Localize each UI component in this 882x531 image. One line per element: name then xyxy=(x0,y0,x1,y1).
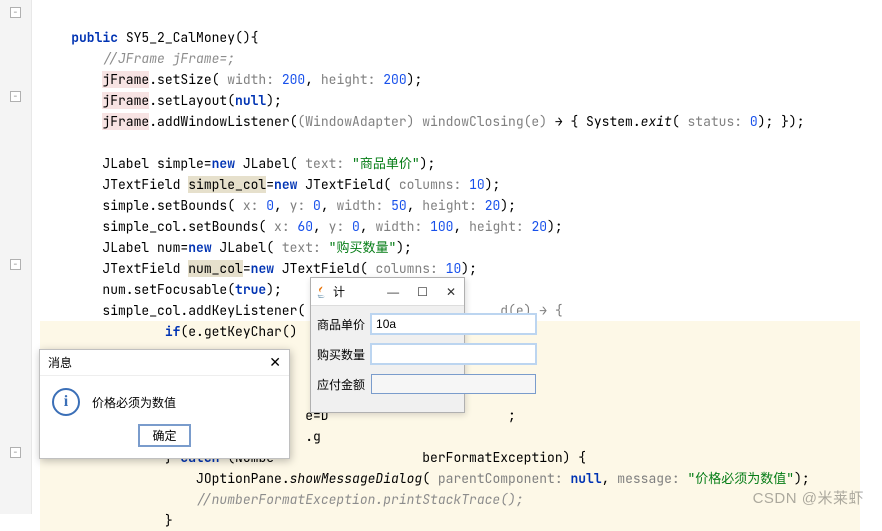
info-icon: i xyxy=(52,388,80,416)
code-line: //numberFormatException.printStackTrace(… xyxy=(40,489,860,510)
dialog-title: 消息 xyxy=(48,354,72,371)
close-button[interactable]: ✕ xyxy=(442,285,460,299)
dialog-titlebar[interactable]: 消息 ✕ xyxy=(40,350,289,376)
code-line: jFrame.setLayout(null); xyxy=(40,92,282,109)
input-amount xyxy=(371,374,536,394)
titlebar[interactable]: 计 — ☐ ✕ xyxy=(311,278,464,306)
code-line: simple.setBounds( x: 0, y: 0, width: 50,… xyxy=(40,197,516,214)
code-line: //JFrame jFrame=; xyxy=(40,50,235,67)
input-price[interactable] xyxy=(371,314,536,334)
fold-marker-icon[interactable]: − xyxy=(10,447,21,458)
watermark: CSDN @米莱虾 xyxy=(753,487,864,508)
fold-marker-icon[interactable]: − xyxy=(10,7,21,18)
label-price: 商品单价 xyxy=(317,316,365,333)
code-line: JOptionPane.showMessageDialog( parentCom… xyxy=(40,468,860,489)
label-amount: 应付金额 xyxy=(317,376,365,393)
code-line: JTextField num_col=new JTextField( colum… xyxy=(40,260,477,277)
label-qty: 购买数量 xyxy=(317,346,365,363)
code-line: simple_col.setBounds( x: 60, y: 0, width… xyxy=(40,218,563,235)
code-line: JTextField simple_col=new JTextField( co… xyxy=(40,176,500,193)
code-line: jFrame.setSize( width: 200, height: 200)… xyxy=(40,71,422,88)
code-line xyxy=(40,134,48,151)
code-line: public SY5_2_CalMoney(){ xyxy=(40,29,258,46)
fold-marker-icon[interactable]: − xyxy=(10,259,21,270)
ok-button[interactable]: 确定 xyxy=(138,424,190,447)
fold-marker-icon[interactable]: − xyxy=(10,91,21,102)
code-line: jFrame.addWindowListener((WindowAdapter)… xyxy=(40,113,805,130)
window-title: 计 xyxy=(333,283,345,300)
code-line: JLabel num=new JLabel( text: "购买数量"); xyxy=(40,239,412,256)
close-icon[interactable]: ✕ xyxy=(269,354,281,371)
form-row-qty: 购买数量 xyxy=(317,344,458,364)
minimize-button[interactable]: — xyxy=(383,285,403,299)
code-line: JLabel simple=new JLabel( text: "商品单价"); xyxy=(40,155,435,172)
form-row-price: 商品单价 xyxy=(317,314,458,334)
message-dialog: 消息 ✕ i 价格必须为数值 确定 xyxy=(39,349,290,459)
dialog-message: 价格必须为数值 xyxy=(92,394,176,411)
input-qty[interactable] xyxy=(371,344,536,364)
java-icon xyxy=(315,285,329,299)
form-row-amount: 应付金额 xyxy=(317,374,458,394)
editor-gutter: − − − − xyxy=(0,0,32,514)
app-window: 计 — ☐ ✕ 商品单价 购买数量 应付金额 xyxy=(310,277,465,413)
code-line: num.setFocusable(true); xyxy=(40,281,282,298)
form-body: 商品单价 购买数量 应付金额 xyxy=(311,306,464,412)
code-line: } xyxy=(40,510,860,531)
maximize-button[interactable]: ☐ xyxy=(413,285,432,299)
